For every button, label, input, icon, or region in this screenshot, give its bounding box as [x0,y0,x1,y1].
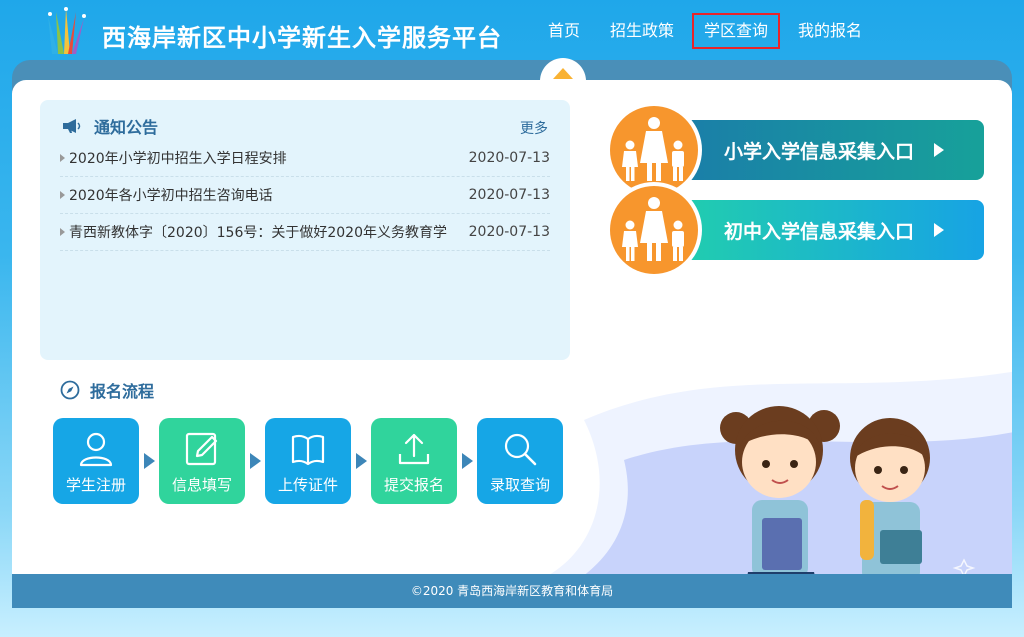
notice-list: 2020年小学初中招生入学日程安排 2020-07-13 2020年各小学初中招… [60,140,550,251]
family-badge [606,182,702,278]
footer-copyright: ©2020 青岛西海岸新区教育和体育局 [410,584,614,598]
notice-more-link[interactable]: 更多 [520,118,548,138]
process-title: 报名流程 [90,382,155,401]
main-nav: 首页 招生政策 学区查询 我的报名 [536,13,880,49]
step-arrow-icon [462,453,473,469]
edit-icon [185,432,218,466]
notice-title: 通知公告 [94,118,159,137]
search-icon [504,433,537,466]
step-arrow-icon [144,453,155,469]
notice-item-date: 2020-07-13 [468,187,550,203]
family-icon [622,197,684,261]
step-label: 上传证件 [277,476,338,494]
process-steps: 学生注册 信息填写 上传证件 提交报名 录取查询 [53,418,563,504]
site-title: 西海岸新区中小学新生入学服务平台 [102,24,502,52]
entry-label: 初中入学信息采集入口 [724,221,915,243]
book-icon [291,434,325,466]
process-header: 报名流程 [60,378,154,402]
user-icon [79,432,113,467]
step-label: 录取查询 [489,476,550,494]
step-upload-documents[interactable]: 上传证件 [265,418,351,504]
upload-icon [398,433,430,465]
notice-panel: 通知公告 更多 2020年小学初中招生入学日程安排 2020-07-13 202… [40,100,570,360]
notice-item[interactable]: 2020年各小学初中招生咨询电话 2020-07-13 [60,177,550,214]
primary-school-entry-button[interactable]: 小学入学信息采集入口 [690,120,984,180]
footer: ©2020 青岛西海岸新区教育和体育局 [12,574,1012,608]
notice-item[interactable]: 2020年小学初中招生入学日程安排 2020-07-13 [60,140,550,177]
nav-my-registration[interactable]: 我的报名 [786,13,874,49]
notice-item-title: 2020年各小学初中招生咨询电话 [69,188,273,204]
step-fill-info[interactable]: 信息填写 [159,418,245,504]
play-arrow-icon [934,223,944,237]
nav-policy[interactable]: 招生政策 [598,13,686,49]
notice-item-title: 2020年小学初中招生入学日程安排 [69,151,287,167]
bullet-triangle-icon [60,228,65,236]
entry-label: 小学入学信息采集入口 [724,141,915,163]
step-student-register[interactable]: 学生注册 [53,418,139,504]
nav-district-query[interactable]: 学区查询 [692,13,781,49]
step-label: 提交报名 [383,476,444,494]
notice-item-date: 2020-07-13 [468,224,550,240]
notice-item-date: 2020-07-13 [468,150,550,166]
header: 西海岸新区中小学新生入学服务平台 首页 招生政策 学区查询 我的报名 [0,0,1024,62]
step-label: 学生注册 [65,476,126,494]
compass-icon [60,380,80,400]
step-label: 信息填写 [171,476,232,494]
notice-header: 通知公告 [62,116,159,137]
bullet-triangle-icon [60,191,65,199]
megaphone-icon [63,119,81,133]
scroll-up-icon[interactable] [553,68,573,79]
site-logo [48,7,86,54]
step-arrow-icon [250,453,261,469]
notice-item[interactable]: 青西新教体字〔2020〕156号：关于做好2020年义务教育学 2020-07-… [60,214,550,251]
play-arrow-icon [934,143,944,157]
bullet-triangle-icon [60,154,65,162]
step-submit-registration[interactable]: 提交报名 [371,418,457,504]
nav-home[interactable]: 首页 [536,13,592,49]
step-arrow-icon [356,453,367,469]
family-icon [622,117,684,181]
middle-school-entry-button[interactable]: 初中入学信息采集入口 [690,200,984,260]
step-admission-query[interactable]: 录取查询 [477,418,563,504]
notice-item-title: 青西新教体字〔2020〕156号：关于做好2020年义务教育学 [69,225,447,241]
